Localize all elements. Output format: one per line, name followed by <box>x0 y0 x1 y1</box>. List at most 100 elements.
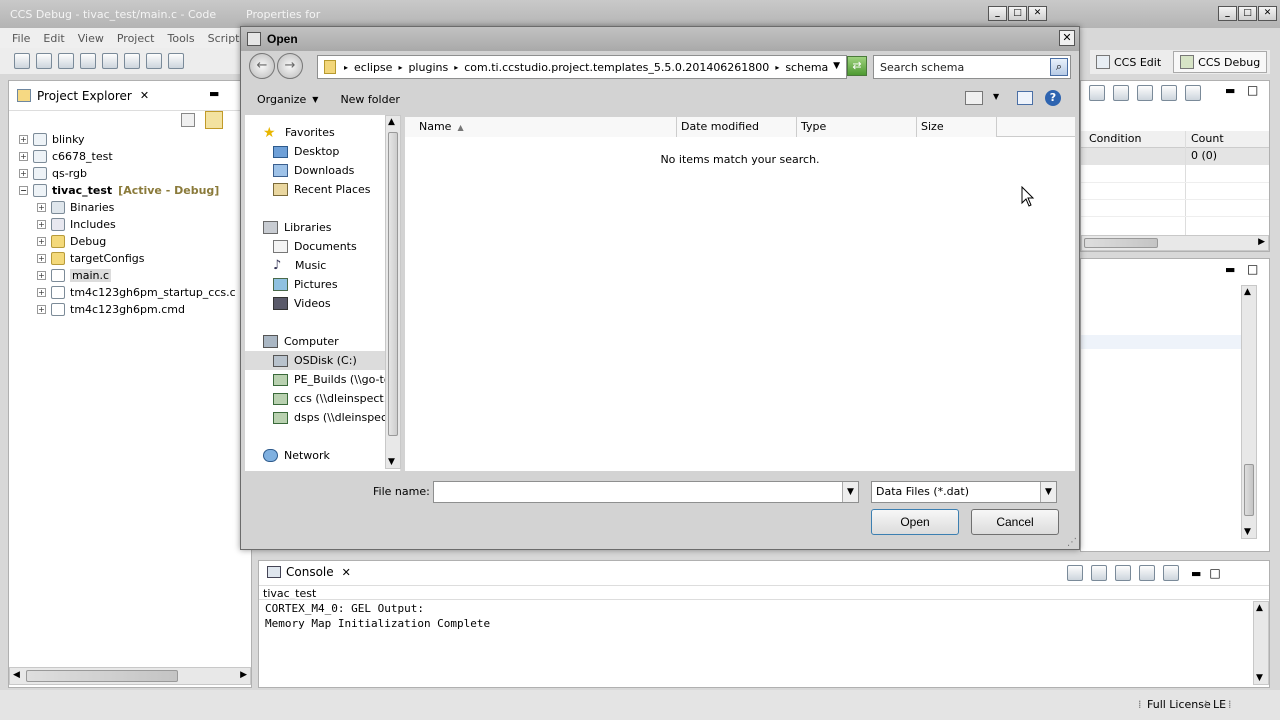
tree-item-cmd[interactable]: + tm4c123gh6pm.cmd <box>37 301 185 318</box>
scroll-down-icon[interactable]: ▼ <box>388 457 395 467</box>
nav-desktop[interactable]: Desktop <box>273 142 339 161</box>
vertical-scrollbar[interactable]: ▲ ▼ <box>1253 601 1269 685</box>
expand-icon[interactable]: + <box>19 152 28 161</box>
help-icon[interactable]: ? <box>1045 90 1061 106</box>
chevron-down-icon[interactable]: ▼ <box>842 482 858 502</box>
back-icon[interactable]: ← <box>249 53 275 79</box>
scroll-down-icon[interactable]: ▼ <box>1244 527 1251 537</box>
expand-icon[interactable]: + <box>19 135 28 144</box>
expand-icon[interactable]: + <box>37 271 46 280</box>
maximize-icon[interactable]: □ <box>1008 6 1027 21</box>
search-icon[interactable]: ⌕ <box>1050 58 1068 76</box>
nav-recent-places[interactable]: Recent Places <box>273 180 371 199</box>
preview-pane-icon[interactable] <box>1017 91 1033 105</box>
column-type[interactable]: Type <box>797 117 917 137</box>
chevron-down-icon[interactable]: ▼ <box>993 92 999 101</box>
search-icon[interactable] <box>146 53 162 69</box>
table-row[interactable]: 0 (0) <box>1081 148 1269 165</box>
vertical-scrollbar[interactable]: ▲ ▼ <box>1241 285 1257 539</box>
tree-item-binaries[interactable]: + Binaries <box>37 199 114 216</box>
chevron-right-icon[interactable]: ▸ <box>344 63 348 72</box>
scroll-up-icon[interactable]: ▲ <box>1244 287 1251 297</box>
debug-icon[interactable] <box>80 53 96 69</box>
file-type-select[interactable]: Data Files (*.dat) ▼ <box>871 481 1057 503</box>
scroll-lock-icon[interactable] <box>1091 565 1107 581</box>
scroll-right-icon[interactable]: ▶ <box>1258 237 1265 247</box>
forward-icon[interactable]: → <box>277 53 303 79</box>
maximize-view-icon[interactable]: □ <box>1247 262 1258 276</box>
license-status[interactable]: Full License <box>1147 698 1211 711</box>
open-console-icon[interactable] <box>1163 565 1179 581</box>
perspective-ccs-debug[interactable]: CCS Debug <box>1173 51 1268 73</box>
menu-file[interactable]: File <box>12 32 30 45</box>
tree-item-debug[interactable]: + Debug <box>37 233 106 250</box>
nav-downloads[interactable]: Downloads <box>273 161 354 180</box>
expand-icon[interactable]: + <box>37 220 46 229</box>
tree-item-c6678-test[interactable]: + c6678_test <box>19 148 113 165</box>
link-icon[interactable] <box>1185 85 1201 101</box>
minimize-view-icon[interactable]: ▬ <box>1225 263 1235 276</box>
nav-pe-builds[interactable]: PE_Builds (\\go-tor <box>273 370 385 389</box>
breadcrumb[interactable]: ▸ eclipse ▸ plugins ▸ com.ti.ccstudio.pr… <box>317 55 847 79</box>
tree-item-qs-rgb[interactable]: + qs-rgb <box>19 165 87 182</box>
open-button[interactable]: Open <box>871 509 959 535</box>
nav-dsps-share[interactable]: dsps (\\dleinspect.i <box>273 408 385 427</box>
nav-osdisk[interactable]: OSDisk (C:) <box>245 351 385 370</box>
flash-icon[interactable] <box>168 53 184 69</box>
nav-network[interactable]: Network <box>263 446 330 465</box>
expand-icon[interactable]: + <box>37 288 46 297</box>
organize-button[interactable]: Organize <box>257 93 306 106</box>
horizontal-scrollbar[interactable]: ▶ <box>1081 235 1269 251</box>
scroll-left-icon[interactable]: ◀ <box>13 670 20 680</box>
nav-favorites[interactable]: ★ Favorites <box>263 123 335 142</box>
close-icon[interactable]: ✕ <box>1028 6 1047 21</box>
scrollbar-thumb[interactable] <box>1244 464 1254 516</box>
nav-computer[interactable]: Computer <box>263 332 339 351</box>
column-count[interactable]: Count <box>1191 132 1224 145</box>
resize-grip-icon[interactable]: ⋰ <box>1067 537 1077 548</box>
nav-music[interactable]: ♪ Music <box>273 256 326 275</box>
minimize-view-icon[interactable]: ▬ <box>209 87 219 100</box>
column-name[interactable]: Name ▲ <box>405 117 677 137</box>
horizontal-scrollbar[interactable]: ◀ ▶ <box>9 667 251 685</box>
breadcrumb-schema[interactable]: schema <box>785 61 828 74</box>
column-size[interactable]: Size <box>917 117 997 137</box>
nav-pictures[interactable]: Pictures <box>273 275 338 294</box>
minimize-view-icon[interactable]: ▬ <box>1191 567 1201 580</box>
minimize-view-icon[interactable]: ▬ <box>1225 84 1235 97</box>
scrollbar-thumb[interactable] <box>1084 238 1158 248</box>
maximize-icon[interactable]: □ <box>1238 6 1257 21</box>
search-input[interactable]: Search schema ⌕ <box>873 55 1071 79</box>
collapse-icon[interactable]: − <box>19 186 28 195</box>
tree-item-startup-c[interactable]: + tm4c123gh6pm_startup_ccs.c <box>37 284 236 301</box>
scrollbar-thumb[interactable] <box>26 670 178 682</box>
expand-icon[interactable]: + <box>37 203 46 212</box>
console-tab[interactable]: Console ✕ <box>267 565 351 579</box>
expand-icon[interactable]: + <box>37 305 46 314</box>
menu-edit[interactable]: Edit <box>43 32 64 45</box>
scroll-down-icon[interactable]: ▼ <box>1256 673 1263 683</box>
tree-item-targetconfigs[interactable]: + targetConfigs <box>37 250 144 267</box>
save-all-icon[interactable] <box>58 53 74 69</box>
menu-project[interactable]: Project <box>117 32 155 45</box>
breadcrumb-templates[interactable]: com.ti.ccstudio.project.templates_5.5.0.… <box>464 61 769 74</box>
scrollbar-thumb[interactable] <box>388 132 398 436</box>
maximize-view-icon[interactable]: □ <box>1247 83 1258 97</box>
tree-item-main-c[interactable]: + main.c <box>37 267 112 284</box>
nav-videos[interactable]: Videos <box>273 294 331 313</box>
clear-console-icon[interactable] <box>1067 565 1083 581</box>
filename-input[interactable]: ▼ <box>433 481 859 503</box>
expand-icon[interactable]: + <box>37 237 46 246</box>
expand-all-icon[interactable] <box>1137 85 1153 101</box>
link-editor-icon[interactable] <box>205 111 223 129</box>
expand-icon[interactable]: + <box>19 169 28 178</box>
scroll-up-icon[interactable]: ▲ <box>388 117 395 127</box>
minimize-icon[interactable]: _ <box>988 6 1007 21</box>
tree-item-includes[interactable]: + Includes <box>37 216 116 233</box>
run-icon[interactable] <box>124 53 140 69</box>
nav-documents[interactable]: Documents <box>273 237 357 256</box>
new-icon[interactable] <box>14 53 30 69</box>
tree-item-blinky[interactable]: + blinky <box>19 131 85 148</box>
perspective-ccs-edit[interactable]: CCS Edit <box>1090 51 1167 73</box>
refresh-icon[interactable]: ⇄ <box>847 56 867 76</box>
